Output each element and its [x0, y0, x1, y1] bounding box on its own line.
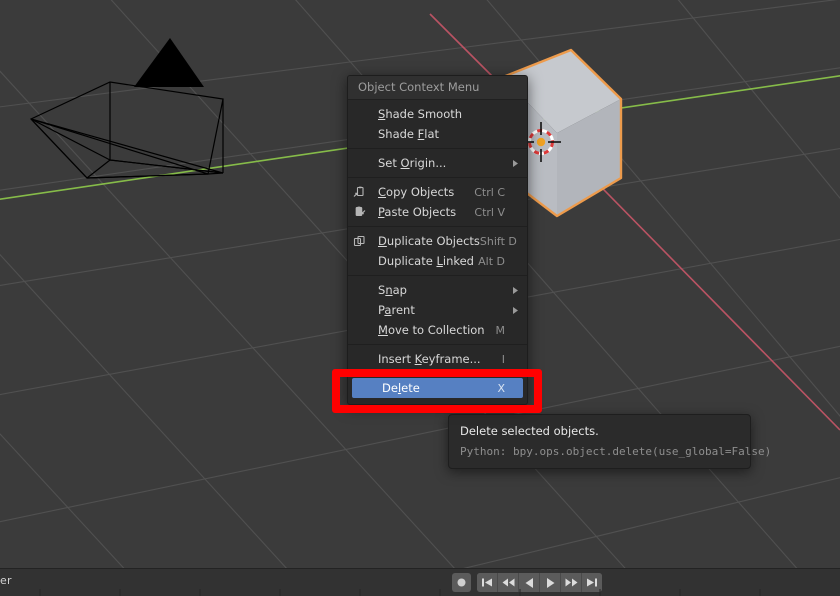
- menu-item-set-origin[interactable]: Set Origin...: [348, 153, 527, 173]
- menu-item-delete[interactable]: DeleteX: [352, 378, 523, 398]
- paste-icon: [348, 202, 370, 222]
- menu-section: Duplicate ObjectsShift DDuplicate Linked…: [348, 227, 527, 275]
- menu-item-label: Shade Smooth: [370, 107, 505, 121]
- menu-section: Snap Parent Move to CollectionM: [348, 276, 527, 344]
- delete-tooltip: Delete selected objects. Python: bpy.ops…: [448, 414, 751, 469]
- menu-item-snap[interactable]: Snap: [348, 280, 527, 300]
- context-menu-body: Shade Smooth Shade Flat Set Origin... Copy …: [348, 100, 527, 402]
- tooltip-python-line: Python: bpy.ops.object.delete(use_global…: [460, 445, 739, 458]
- timeline-tick-marks: [0, 589, 840, 596]
- menu-item-shortcut: Shift D: [480, 235, 521, 248]
- timeline-bar[interactable]: er: [0, 568, 840, 596]
- menu-item-shortcut: Ctrl V: [474, 206, 509, 219]
- menu-item-shortcut: M: [496, 324, 510, 337]
- tooltip-description: Delete selected objects.: [460, 424, 739, 438]
- submenu-arrow-icon: [509, 159, 521, 168]
- menu-item-icon-slot: [348, 280, 370, 300]
- menu-item-label: Duplicate Objects: [370, 234, 480, 248]
- menu-item-label: Shade Flat: [370, 127, 505, 141]
- menu-item-label: Set Origin...: [370, 156, 505, 170]
- context-menu-title: Object Context Menu: [348, 76, 527, 100]
- object-context-menu[interactable]: Object Context Menu Shade Smooth Shade Fl…: [347, 75, 528, 405]
- menu-item-label: Move to Collection: [370, 323, 496, 337]
- duplicate-icon: [348, 231, 370, 251]
- menu-item-label: Copy Objects: [370, 185, 474, 199]
- copy-icon: [348, 182, 370, 202]
- menu-item-shade-flat[interactable]: Shade Flat: [348, 124, 527, 144]
- menu-item-shortcut: I: [502, 353, 509, 366]
- submenu-arrow-icon: [509, 286, 521, 295]
- menu-item-icon-slot: [348, 153, 370, 173]
- menu-item-paste-objects[interactable]: Paste ObjectsCtrl V: [348, 202, 527, 222]
- menu-item-icon-slot: [348, 124, 370, 144]
- menu-section: DeleteX: [348, 374, 527, 402]
- menu-section: Shade Smooth Shade Flat: [348, 100, 527, 148]
- menu-section: Insert Keyframe...I: [348, 345, 527, 373]
- menu-item-icon-slot: [348, 251, 370, 271]
- menu-item-shortcut: Ctrl C: [474, 186, 509, 199]
- menu-item-insert-keyframe[interactable]: Insert Keyframe...I: [348, 349, 527, 369]
- menu-item-label: Insert Keyframe...: [370, 352, 502, 366]
- menu-item-label: Snap: [370, 283, 505, 297]
- menu-item-icon-slot: [348, 320, 370, 340]
- timeline-left-label: er: [0, 574, 12, 587]
- menu-item-label: Paste Objects: [370, 205, 474, 219]
- menu-item-label: Duplicate Linked: [370, 254, 478, 268]
- menu-item-icon-slot: [352, 378, 374, 398]
- menu-section: Copy ObjectsCtrl CPaste ObjectsCtrl V: [348, 178, 527, 226]
- menu-item-icon-slot: [348, 104, 370, 124]
- menu-item-shortcut: X: [497, 382, 509, 395]
- menu-item-duplicate-objects[interactable]: Duplicate ObjectsShift D: [348, 231, 527, 251]
- menu-item-icon-slot: [348, 300, 370, 320]
- menu-item-shortcut: Alt D: [478, 255, 509, 268]
- menu-item-label: Parent: [370, 303, 505, 317]
- menu-item-duplicate-linked[interactable]: Duplicate LinkedAlt D: [348, 251, 527, 271]
- menu-item-move-to-collection[interactable]: Move to CollectionM: [348, 320, 527, 340]
- menu-item-shade-smooth[interactable]: Shade Smooth: [348, 104, 527, 124]
- submenu-arrow-icon: [509, 306, 521, 315]
- menu-item-parent[interactable]: Parent: [348, 300, 527, 320]
- menu-item-copy-objects[interactable]: Copy ObjectsCtrl C: [348, 182, 527, 202]
- menu-item-label: Delete: [374, 381, 497, 395]
- blender-window: Object Context Menu Shade Smooth Shade Fl…: [0, 0, 840, 596]
- menu-item-icon-slot: [348, 349, 370, 369]
- menu-section: Set Origin...: [348, 149, 527, 177]
